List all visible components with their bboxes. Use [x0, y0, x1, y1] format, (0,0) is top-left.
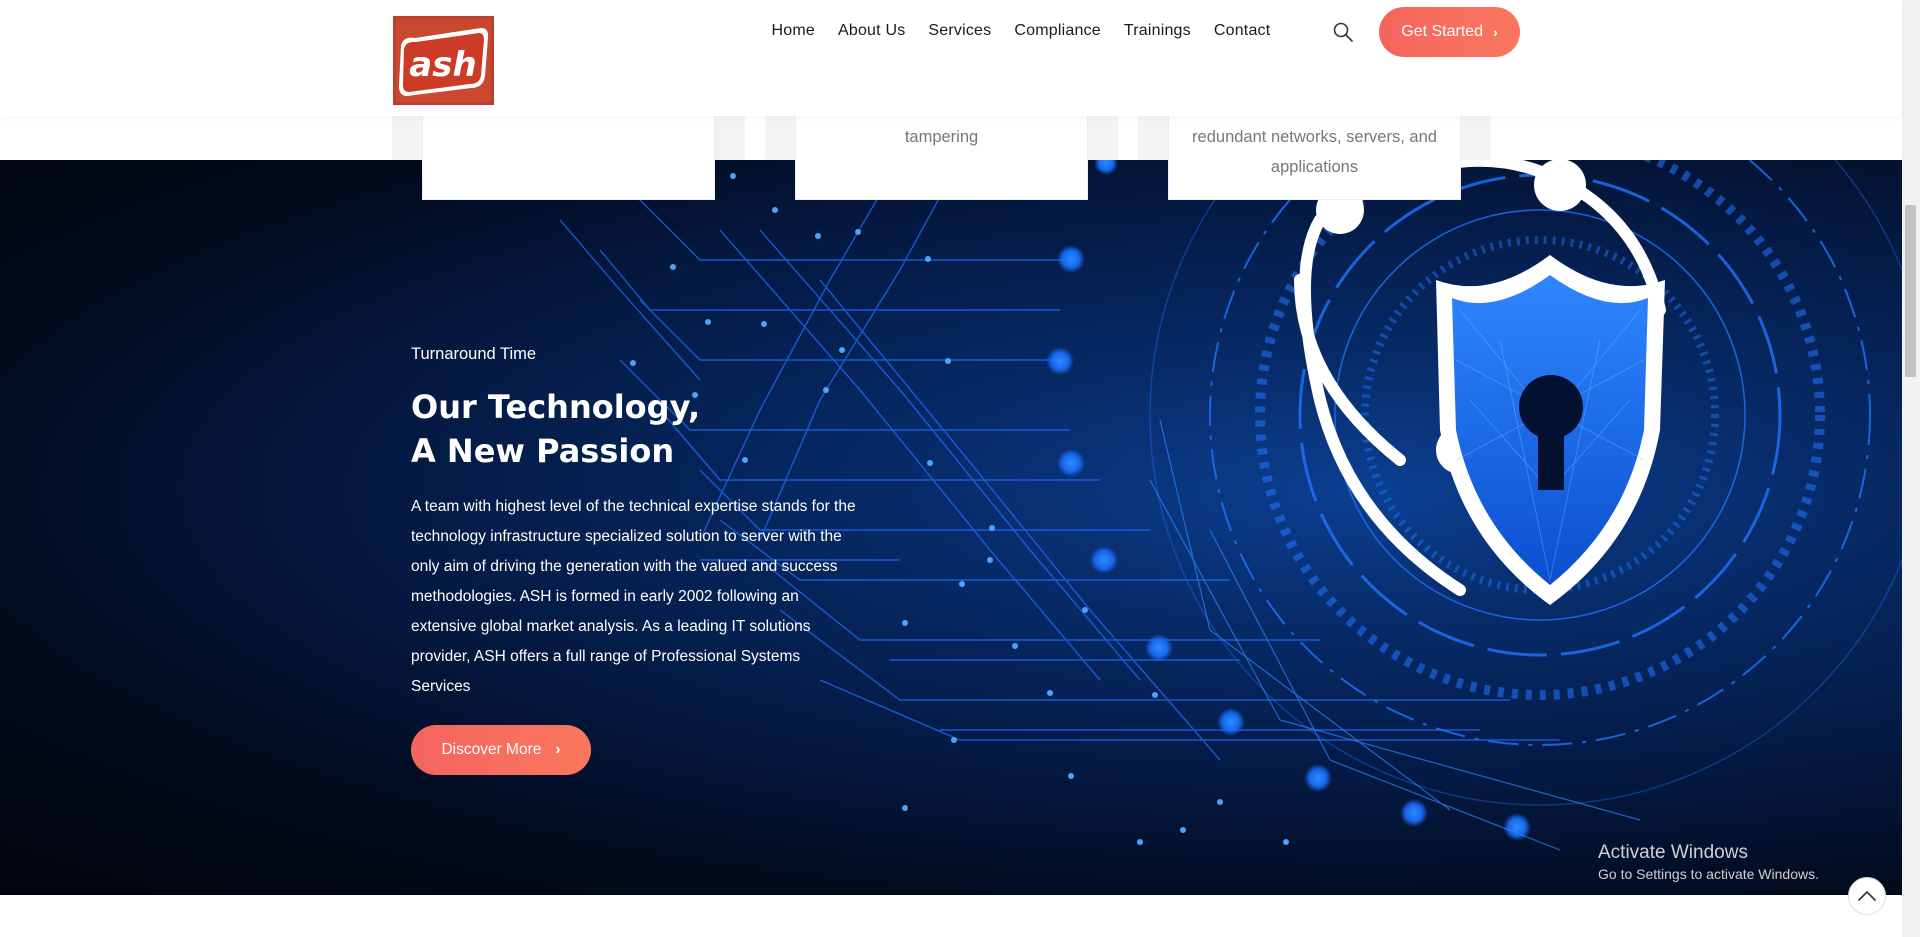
circuit-background — [559, 160, 1902, 851]
section-title: Our Technology, A New Passion — [411, 385, 700, 473]
chevron-up-icon — [1858, 891, 1876, 901]
scroll-to-top-button[interactable] — [1848, 877, 1886, 915]
section-paragraph: A team with highest level of the technic… — [411, 498, 856, 695]
nav-services[interactable]: Services — [917, 20, 1003, 42]
page-scrollbar[interactable] — [1902, 0, 1920, 937]
title-line-1: Our Technology, — [411, 388, 701, 426]
nav-about-us[interactable]: About Us — [826, 20, 916, 42]
chevron-right-icon: › — [1493, 24, 1498, 40]
title-line-2: A New Passion — [411, 432, 675, 470]
technology-hero: Turnaround Time Our Technology, A New Pa… — [0, 160, 1902, 895]
feature-card: redundant networks, servers, and applica… — [1168, 116, 1461, 200]
watermark-title: Activate Windows — [1598, 842, 1748, 863]
feature-card: tampering — [795, 116, 1088, 200]
feature-card-text: tampering — [904, 128, 979, 146]
chevron-right-icon: › — [555, 741, 561, 758]
feature-card — [422, 116, 715, 200]
logo-text: ash — [409, 45, 476, 85]
site-header: ash Home About Us Services Compliance Tr… — [0, 0, 1902, 116]
activate-windows-watermark: Activate Windows Go to Settings to activ… — [1598, 842, 1819, 882]
nav-home[interactable]: Home — [760, 20, 826, 42]
search-icon[interactable] — [1332, 21, 1354, 43]
main-nav: Home About Us Services Compliance Traini… — [760, 20, 1282, 42]
nav-trainings[interactable]: Trainings — [1112, 20, 1202, 42]
ash-logo[interactable]: ash — [393, 16, 494, 105]
nav-compliance[interactable]: Compliance — [1003, 20, 1112, 42]
discover-more-label: Discover More — [441, 741, 542, 758]
feature-card-text: redundant networks, servers, and applica… — [1192, 128, 1437, 176]
discover-more-button[interactable]: Discover More › — [411, 725, 591, 775]
get-started-button[interactable]: Get Started › — [1379, 7, 1520, 57]
get-started-label: Get Started — [1401, 23, 1484, 40]
section-eyebrow: Turnaround Time — [411, 345, 537, 363]
nav-contact[interactable]: Contact — [1202, 20, 1282, 42]
scrollbar-thumb[interactable] — [1905, 205, 1916, 377]
watermark-subtitle: Go to Settings to activate Windows. — [1598, 866, 1819, 882]
